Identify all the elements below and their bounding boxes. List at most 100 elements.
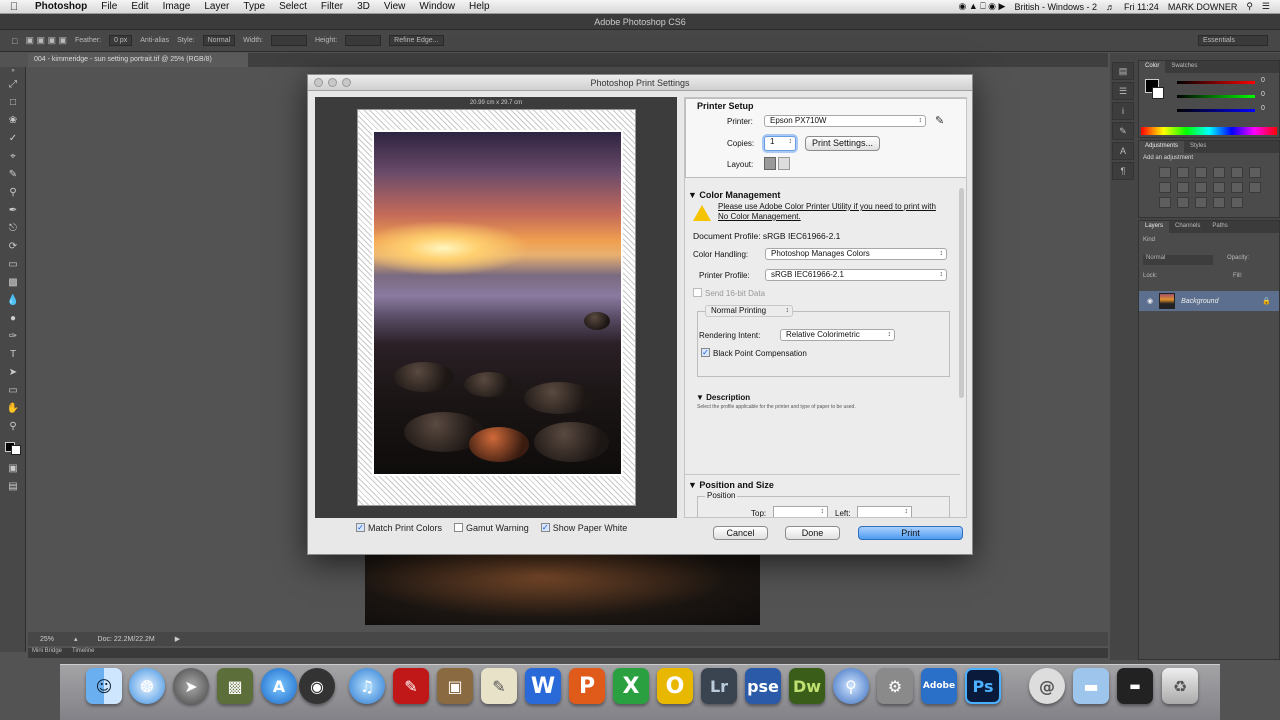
- cancel-button[interactable]: Cancel: [713, 526, 768, 540]
- menu-image[interactable]: Image: [156, 1, 198, 12]
- textedit-icon[interactable]: ✎: [481, 668, 517, 704]
- printer-select[interactable]: Epson PX710W: [764, 115, 926, 127]
- word-icon[interactable]: W: [525, 668, 561, 704]
- levels-icon[interactable]: [1177, 167, 1189, 178]
- lightroom-icon[interactable]: Lr: [701, 668, 737, 704]
- color-handling-select[interactable]: Photoshop Manages Colors: [765, 248, 947, 260]
- quick-select-tool-icon[interactable]: ✓: [0, 129, 26, 147]
- menu-3d[interactable]: 3D: [350, 1, 377, 12]
- shape-tool-icon[interactable]: ▭: [0, 381, 26, 399]
- curves-icon[interactable]: [1195, 167, 1207, 178]
- menu-view[interactable]: View: [377, 1, 413, 12]
- bg-swatch[interactable]: [1152, 87, 1164, 99]
- history-panel-icon[interactable]: ▤: [1112, 62, 1134, 80]
- print-settings-button[interactable]: Print Settings...: [805, 136, 880, 151]
- menu-edit[interactable]: Edit: [124, 1, 155, 12]
- menu-window[interactable]: Window: [412, 1, 462, 12]
- exposure-icon[interactable]: [1213, 167, 1225, 178]
- preview-photo[interactable]: [374, 132, 621, 474]
- gradient-map-icon[interactable]: [1213, 197, 1225, 208]
- color-management-header[interactable]: ▼ Color Management: [688, 190, 780, 200]
- show-paper-white-checkbox[interactable]: ✓ Show Paper White: [540, 523, 627, 533]
- menu-layer[interactable]: Layer: [197, 1, 236, 12]
- canvas-image[interactable]: [365, 555, 760, 625]
- launchpad-icon[interactable]: ➤: [173, 668, 209, 704]
- checkbox-checked-icon[interactable]: ✓: [540, 523, 550, 533]
- green-value[interactable]: 0: [1261, 91, 1265, 98]
- tab-mini-bridge[interactable]: Mini Bridge: [32, 648, 62, 658]
- selection-mode-icons[interactable]: ▣ ▣ ▣ ▣: [25, 35, 67, 46]
- status-icons[interactable]: ◉ ▲ ⎕ ◉ ▶: [959, 1, 1006, 12]
- trash-icon[interactable]: ♻: [1162, 668, 1198, 704]
- outlook-icon[interactable]: O: [657, 668, 693, 704]
- powerpoint-icon[interactable]: P: [569, 668, 605, 704]
- properties-panel-icon[interactable]: ☰: [1112, 82, 1134, 100]
- channel-mixer-icon[interactable]: [1231, 182, 1243, 193]
- zoom-window-icon[interactable]: [342, 78, 351, 87]
- character-panel-icon[interactable]: A: [1112, 142, 1134, 160]
- print-button[interactable]: Print: [858, 526, 963, 540]
- refine-edge-button[interactable]: Refine Edge...: [389, 35, 444, 46]
- tab-channels[interactable]: Channels: [1169, 221, 1206, 233]
- blur-tool-icon[interactable]: 💧: [0, 291, 26, 309]
- color-swatch-icon[interactable]: [0, 435, 26, 459]
- marquee-tool-icon[interactable]: □: [12, 36, 17, 46]
- menu-type[interactable]: Type: [236, 1, 272, 12]
- selective-color-icon[interactable]: [1231, 197, 1243, 208]
- black-point-checkbox[interactable]: ✓ Black Point Compensation: [701, 348, 807, 358]
- quick-mask-icon[interactable]: ▣: [0, 459, 26, 477]
- layer-filter-kind[interactable]: Kind: [1143, 237, 1155, 243]
- blend-mode-select[interactable]: Normal: [1143, 255, 1213, 265]
- apple-menu-icon[interactable]: : [0, 1, 28, 13]
- done-button[interactable]: Done: [785, 526, 840, 540]
- workspace-select[interactable]: Essentials: [1198, 35, 1268, 46]
- safari-icon[interactable]: ❂: [129, 668, 165, 704]
- feather-input[interactable]: 0 px: [109, 35, 133, 46]
- height-input[interactable]: [345, 35, 382, 46]
- dreamweaver-icon[interactable]: Dw: [789, 668, 825, 704]
- system-preferences-icon[interactable]: ⚙: [877, 668, 913, 704]
- visibility-eye-icon[interactable]: ◉: [1147, 297, 1153, 305]
- color-utility-warning[interactable]: Please use Adobe Color Printer Utility i…: [718, 202, 948, 222]
- checkbox-empty-icon[interactable]: [454, 523, 464, 533]
- blue-value[interactable]: 0: [1261, 105, 1265, 112]
- printer-profile-select[interactable]: sRGB IEC61966-2.1: [765, 269, 947, 281]
- antialias-checkbox[interactable]: Anti-alias: [140, 37, 169, 44]
- layer-row[interactable]: ◉ Background 🔒: [1139, 291, 1279, 311]
- style-select[interactable]: Normal: [202, 35, 236, 46]
- tab-adjustments[interactable]: Adjustments: [1139, 141, 1185, 153]
- send-16bit-checkbox[interactable]: Send 16-bit Data: [693, 288, 765, 298]
- excel-icon[interactable]: X: [613, 668, 649, 704]
- red-value[interactable]: 0: [1261, 77, 1265, 84]
- brush-tool-icon[interactable]: ✒: [0, 201, 26, 219]
- close-window-icon[interactable]: [314, 78, 323, 87]
- photoshop-icon[interactable]: Ps: [965, 668, 1001, 704]
- menu-help[interactable]: Help: [462, 1, 497, 12]
- document-tab[interactable]: 004 - kimmeridge - sun setting portrait.…: [28, 53, 248, 67]
- rendering-intent-select[interactable]: Relative Colorimetric: [780, 329, 895, 341]
- minimize-window-icon[interactable]: [328, 78, 337, 87]
- adobe-app-icon[interactable]: Adobe: [921, 668, 957, 704]
- paragraph-panel-icon[interactable]: ¶: [1112, 162, 1134, 180]
- dodge-tool-icon[interactable]: ●: [0, 309, 26, 327]
- checkbox-checked-icon[interactable]: ✓: [356, 523, 365, 533]
- info-panel-icon[interactable]: i: [1112, 102, 1134, 120]
- tab-layers[interactable]: Layers: [1139, 221, 1170, 233]
- collapse-icon[interactable]: »: [0, 67, 26, 75]
- tab-color[interactable]: Color: [1139, 61, 1166, 73]
- color-spectrum[interactable]: [1141, 127, 1277, 135]
- status-arrow-icon[interactable]: ▶: [175, 635, 180, 643]
- red-slider[interactable]: [1177, 81, 1255, 84]
- gamut-warning-checkbox[interactable]: Gamut Warning: [454, 523, 529, 533]
- hue-icon[interactable]: [1159, 182, 1171, 193]
- marquee-tool-icon[interactable]: □: [0, 93, 26, 111]
- tab-paths[interactable]: Paths: [1206, 221, 1233, 233]
- posterize-icon[interactable]: [1177, 197, 1189, 208]
- path-select-tool-icon[interactable]: ➤: [0, 363, 26, 381]
- zoom-level[interactable]: 25%: [40, 636, 54, 643]
- healing-tool-icon[interactable]: ⚲: [0, 183, 26, 201]
- settings-scrollbar[interactable]: [959, 188, 964, 398]
- menu-select[interactable]: Select: [272, 1, 314, 12]
- position-size-header[interactable]: ▼ Position and Size: [688, 480, 774, 490]
- input-source[interactable]: British - Windows - 2: [1014, 2, 1097, 12]
